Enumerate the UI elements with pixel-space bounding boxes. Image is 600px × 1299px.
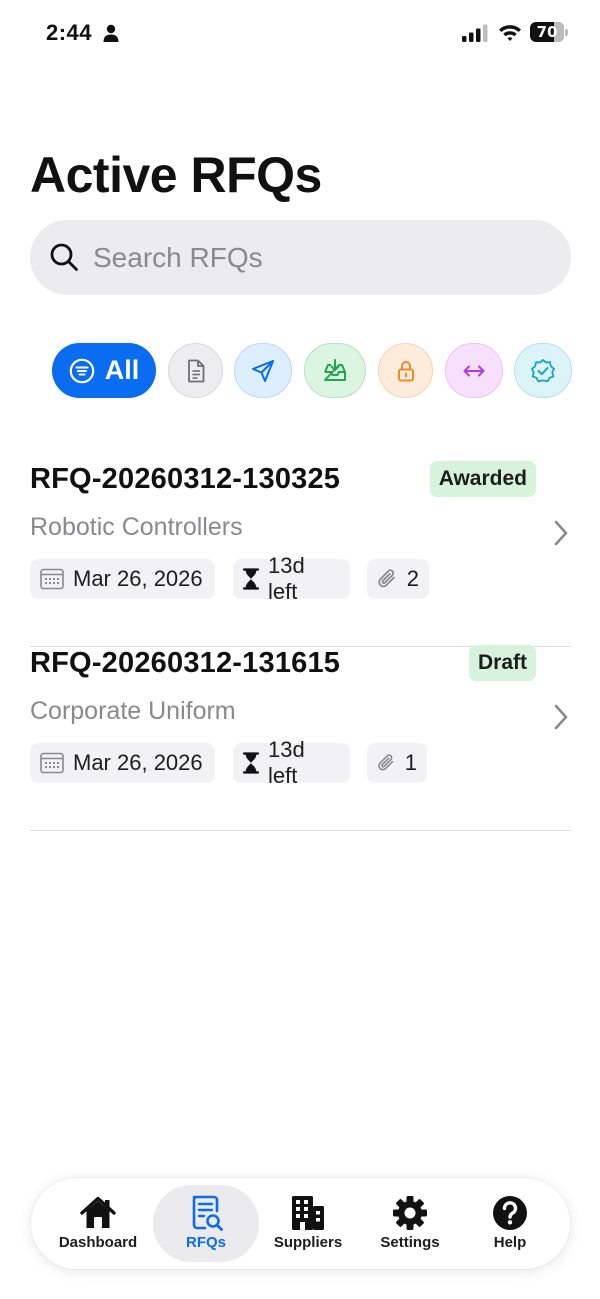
status-badge: Draft: [468, 645, 536, 681]
rfq-list-item[interactable]: RFQ-20260312-130325 Awarded Robotic Cont…: [30, 461, 571, 647]
house-icon: [80, 1196, 116, 1228]
time-left-tag: 13d left: [233, 737, 350, 788]
search-bar[interactable]: [30, 220, 571, 295]
question-circle-icon: [493, 1196, 527, 1230]
attachment-count: 2: [406, 566, 419, 591]
tab-help[interactable]: Help: [465, 1178, 555, 1269]
due-date: Mar 26, 2026: [73, 750, 203, 775]
hourglass-icon: [243, 568, 259, 590]
document-icon: [187, 359, 204, 382]
inbox-download-icon: [324, 358, 346, 381]
chevron-right-icon: [554, 520, 568, 546]
tab-help-label: Help: [493, 1234, 527, 1251]
filter-draft-chip[interactable]: [168, 343, 223, 398]
status-filter-row: All: [0, 343, 600, 399]
hourglass-icon: [243, 752, 259, 774]
time-left: 13d left: [267, 737, 305, 788]
tab-settings[interactable]: Settings: [365, 1178, 455, 1269]
cellular-signal-icon: [462, 24, 488, 42]
due-date-tag: Mar 26, 2026: [30, 559, 215, 599]
wifi-icon: [499, 25, 521, 41]
time-left: 13d left: [267, 553, 305, 604]
verified-badge-icon: [531, 358, 555, 382]
filter-sent-chip[interactable]: [234, 343, 292, 398]
calendar-icon: [40, 752, 64, 774]
rfq-name: Robotic Controllers: [30, 513, 243, 541]
paper-plane-icon: [252, 359, 274, 382]
tab-rfqs-label: RFQs: [185, 1234, 226, 1251]
battery-indicator: 70: [530, 22, 570, 42]
arrows-left-right-icon: [463, 365, 485, 376]
lock-icon: [397, 360, 414, 381]
battery-percentage: 70: [536, 23, 558, 41]
filter-negotiation-chip[interactable]: [445, 343, 503, 398]
rfq-id: RFQ-20260312-131615: [30, 647, 341, 679]
tab-suppliers[interactable]: Suppliers: [263, 1178, 353, 1269]
status-badge: Awarded: [429, 461, 536, 497]
filter-locked-chip[interactable]: [378, 343, 433, 398]
rfq-name: Corporate Uniform: [30, 697, 236, 725]
tab-suppliers-label: Suppliers: [273, 1234, 343, 1251]
chevron-right-icon: [554, 704, 568, 730]
filter-all-label: All: [104, 355, 140, 385]
filter-lines-icon: [69, 358, 95, 383]
time-left-tag: 13d left: [233, 553, 350, 604]
rfq-id: RFQ-20260312-130325: [30, 463, 341, 495]
search-icon: [50, 243, 78, 271]
filter-awarded-chip[interactable]: [514, 343, 572, 398]
due-date: Mar 26, 2026: [73, 566, 203, 591]
tab-settings-label: Settings: [380, 1234, 440, 1251]
attachment-count: 1: [404, 750, 417, 775]
search-input[interactable]: [93, 220, 553, 295]
filter-all-chip[interactable]: All: [52, 343, 156, 398]
tab-dashboard[interactable]: Dashboard: [53, 1178, 143, 1269]
rfq-list-item[interactable]: RFQ-20260312-131615 Draft Corporate Unif…: [30, 645, 571, 831]
building-icon: [292, 1196, 324, 1230]
attachments-tag: 2: [367, 559, 429, 599]
paperclip-icon: [378, 569, 395, 588]
bottom-tab-bar: Dashboard RFQs Suppliers Settings Help: [31, 1178, 570, 1269]
gear-icon: [393, 1196, 427, 1230]
calendar-icon: [40, 568, 64, 590]
paperclip-icon: [378, 754, 394, 771]
tab-rfqs[interactable]: RFQs: [161, 1178, 251, 1269]
document-search-icon: [192, 1195, 223, 1231]
status-bar: 2:44 70: [0, 0, 600, 66]
attachments-tag: 1: [367, 743, 427, 783]
tab-dashboard-label: Dashboard: [58, 1234, 138, 1251]
due-date-tag: Mar 26, 2026: [30, 743, 215, 783]
person-icon: [103, 24, 119, 42]
page-title: Active RFQs: [30, 147, 322, 203]
status-time: 2:44: [46, 20, 93, 45]
filter-received-chip[interactable]: [304, 343, 366, 398]
